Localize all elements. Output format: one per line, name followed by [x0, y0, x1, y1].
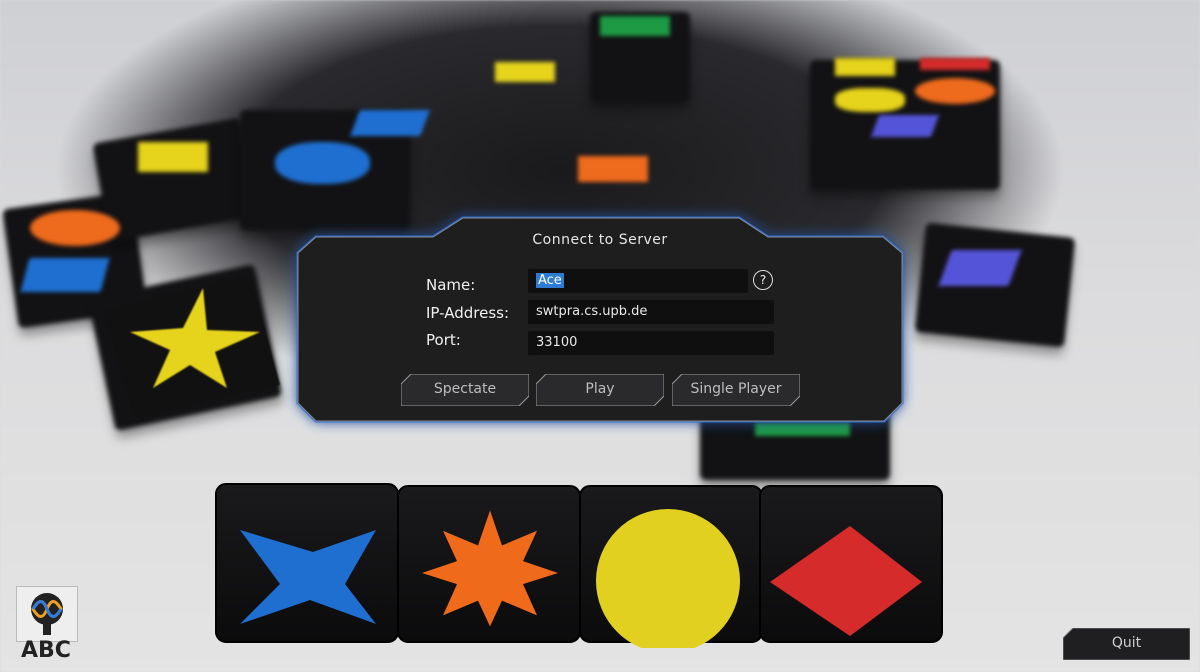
foreground-tiles	[215, 483, 943, 648]
bg-shape-orange	[578, 156, 648, 182]
ip-address-label: IP-Address:	[426, 304, 510, 322]
logo: ABC	[14, 586, 78, 666]
bg-shape-orange	[30, 210, 120, 246]
ip-address-field[interactable]: swtpra.cs.upb.de	[528, 300, 774, 324]
single-player-button[interactable]: Single Player	[672, 374, 800, 406]
name-field[interactable]: Ace	[528, 269, 748, 293]
logo-image	[16, 586, 78, 642]
connect-dialog: Connect to Server Name: Ace ? IP-Address…	[296, 216, 904, 423]
spectate-button-label: Spectate	[433, 381, 497, 397]
bg-shape-orange	[915, 78, 995, 104]
name-label: Name:	[426, 276, 476, 294]
logo-emblem-icon	[31, 593, 63, 635]
bg-shape-purple	[938, 250, 1022, 286]
play-button-label: Play	[585, 381, 615, 397]
bg-shape-green	[755, 422, 850, 436]
port-label: Port:	[426, 331, 461, 349]
bg-shape-yellow	[138, 142, 208, 172]
single-player-button-label: Single Player	[690, 381, 782, 397]
bg-shape-red	[920, 58, 990, 70]
bg-shape-yellow	[835, 88, 905, 112]
name-value-selected: Ace	[536, 273, 564, 288]
quit-button[interactable]: Quit	[1063, 628, 1190, 660]
play-button[interactable]: Play	[536, 374, 664, 406]
star-tile	[105, 275, 280, 418]
bg-shape-yellow	[835, 58, 895, 76]
quit-button-label: Quit	[1111, 635, 1142, 651]
dialog-title: Connect to Server	[532, 232, 668, 248]
bg-shape-blue	[275, 142, 370, 184]
bg-shape-yellow	[495, 62, 555, 82]
spectate-button[interactable]: Spectate	[401, 374, 529, 406]
yellow-circle-icon	[596, 509, 740, 648]
logo-text: ABC	[21, 638, 71, 663]
bg-shape-blue	[350, 110, 430, 136]
bg-shape-purple	[870, 115, 940, 137]
port-field[interactable]: 33100	[528, 331, 774, 355]
bg-shape-green	[600, 16, 670, 36]
help-icon[interactable]: ?	[753, 270, 773, 290]
